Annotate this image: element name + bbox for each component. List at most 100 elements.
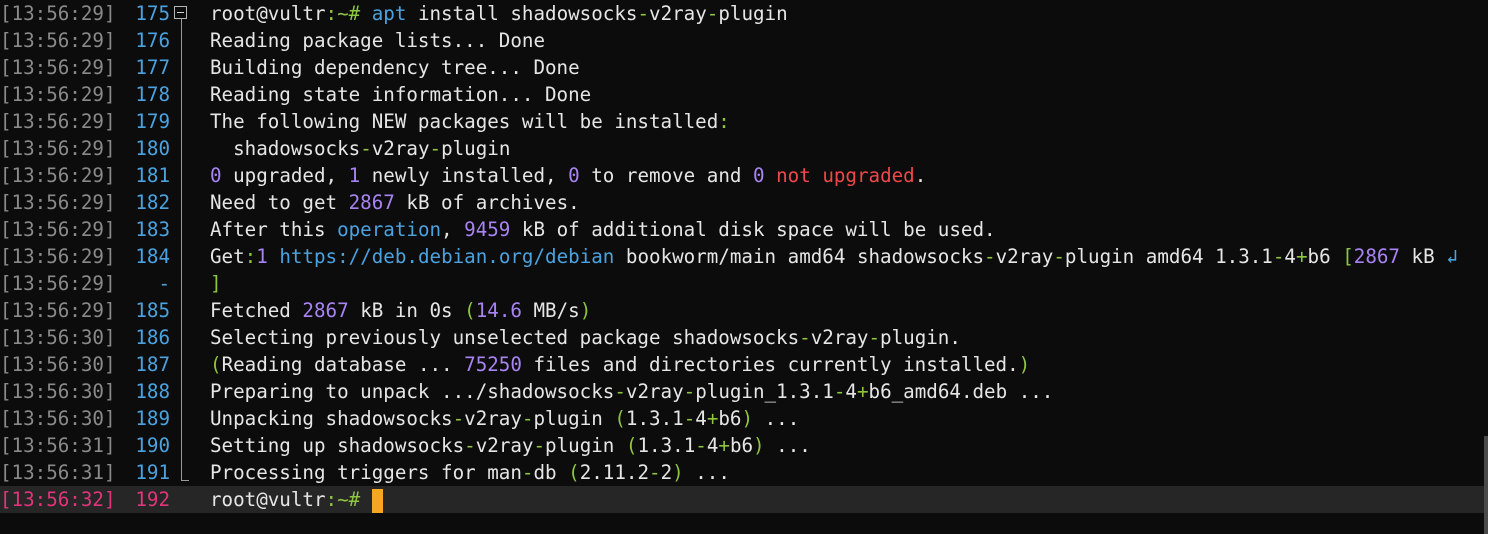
- text-segment: ...: [452, 29, 488, 52]
- fold-collapse-icon[interactable]: [174, 6, 187, 19]
- line-content: Get:1 https://deb.debian.org/debian book…: [210, 243, 1488, 270]
- text-segment: -: [1272, 245, 1285, 268]
- line-content: ]: [210, 270, 1488, 297]
- text-segment: v2ray: [649, 2, 707, 25]
- text-segment: kB: [1399, 245, 1447, 268]
- text-segment: -: [533, 434, 546, 457]
- text-segment: +: [856, 380, 869, 403]
- text-segment: Fetched: [210, 299, 303, 322]
- terminal-line: [13:56:29] 185 Fetched 2867 kB in 0s (14.6…: [0, 297, 1488, 324]
- terminal-output[interactable]: [13:56:29] 175 root@vultr:~# apt install s…: [0, 0, 1488, 513]
- text-segment: bookworm/main amd64 shadowsocks: [614, 245, 985, 268]
- line-timestamp: [13:56:29]: [0, 299, 116, 322]
- line-timestamp: [13:56:29]: [0, 2, 116, 25]
- text-segment: ): [1018, 353, 1031, 376]
- text-segment: Done: [533, 83, 592, 106]
- text-segment: Done: [521, 56, 580, 79]
- text-segment: Preparing to unpack .../shadowsocks: [210, 380, 615, 403]
- text-segment: (: [568, 461, 580, 484]
- text-segment: :: [244, 245, 257, 268]
- text-segment: -: [637, 2, 650, 25]
- text-segment: 0: [752, 164, 765, 187]
- text-segment: Get: [210, 245, 245, 268]
- text-segment: Reading package lists: [210, 29, 453, 52]
- text-segment: -: [521, 407, 534, 430]
- line-timestamp: [13:56:29]: [0, 56, 116, 79]
- text-segment: apt: [371, 2, 407, 25]
- terminal-line: [13:56:30] 186 Selecting previously unsele…: [0, 324, 1488, 351]
- text-segment: v2ray: [371, 137, 430, 160]
- text-segment: v2ray: [625, 380, 684, 403]
- terminal-window[interactable]: [13:56:29] 175 root@vultr:~# apt install s…: [0, 0, 1488, 534]
- text-segment: plugin.: [880, 326, 961, 349]
- line-wrap-icon: ↲: [1446, 245, 1458, 268]
- text-segment: kB of archives.: [394, 191, 580, 214]
- text-segment: ): [753, 434, 765, 457]
- text-segment: [360, 2, 372, 25]
- text-segment: -: [683, 407, 696, 430]
- scrollbar-thumb[interactable]: [1484, 436, 1488, 534]
- terminal-line: [13:56:29] 181 0 upgraded, 1 newly install…: [0, 162, 1488, 189]
- text-segment: ...: [753, 407, 800, 430]
- text-segment: ...: [764, 434, 811, 457]
- text-segment: +: [706, 407, 719, 430]
- line-content: Selecting previously unselected package …: [210, 324, 1488, 351]
- line-number: 176: [135, 29, 170, 52]
- text-segment: shadowsocks: [210, 137, 361, 160]
- line-content: Reading package lists... Done: [210, 27, 1488, 54]
- text-segment: 2867: [348, 191, 395, 214]
- text-segment: ): [579, 299, 592, 322]
- text-segment: newly installed,: [360, 164, 569, 187]
- line-content: Building dependency tree... Done: [210, 54, 1488, 81]
- text-segment: [268, 245, 280, 268]
- line-timestamp: [13:56:32]: [0, 488, 116, 511]
- text-segment: kB in 0s: [348, 299, 465, 322]
- terminal-line-current: [13:56:32] 192 root@vultr:~#: [0, 486, 1488, 513]
- text-segment: -: [521, 461, 534, 484]
- line-content: root@vultr:~#: [210, 486, 1488, 513]
- text-segment: -: [984, 245, 996, 268]
- text-segment: 1.3.1: [625, 407, 684, 430]
- line-timestamp: [13:56:29]: [0, 272, 116, 295]
- text-segment: -: [683, 380, 696, 403]
- text-segment: [765, 164, 777, 187]
- text-segment: Setting up shadowsocks: [210, 434, 465, 457]
- text-segment: Unpacking shadowsocks: [210, 407, 453, 430]
- line-content: root@vultr:~# apt install shadowsocks-v2…: [210, 0, 1488, 27]
- line-timestamp: [13:56:29]: [0, 110, 116, 133]
- terminal-line: [13:56:29] 176 Reading package lists... Do…: [0, 27, 1488, 54]
- text-segment: https://deb.debian.org/debian: [279, 245, 615, 268]
- line-number: 189: [135, 407, 170, 430]
- line-content: Unpacking shadowsocks-v2ray-plugin (1.3.…: [210, 405, 1488, 432]
- line-content: Setting up shadowsocks-v2ray-plugin (1.3…: [210, 432, 1488, 459]
- terminal-line: [13:56:29] 180 shadowsocks-v2ray-plugin: [0, 135, 1488, 162]
- text-segment: -: [695, 434, 707, 457]
- text-segment: Done: [487, 29, 546, 52]
- line-timestamp: [13:56:29]: [0, 137, 116, 160]
- line-number: -: [158, 272, 170, 295]
- text-segment: (: [614, 407, 626, 430]
- text-segment: +: [1295, 245, 1308, 268]
- text-segment: b6: [729, 434, 754, 457]
- text-segment: Reading state information: [210, 83, 499, 106]
- text-segment: -: [1053, 245, 1065, 268]
- text-segment: ...: [487, 56, 522, 79]
- text-cursor: [371, 488, 383, 513]
- text-segment: Processing triggers for man: [210, 461, 522, 484]
- fold-guide-line: [181, 14, 182, 474]
- terminal-line: [13:56:30] 189 Unpacking shadowsocks-v2ray…: [0, 405, 1488, 432]
- line-content: After this operation, 9459 kB of additio…: [210, 216, 1488, 243]
- text-segment: 75250: [464, 353, 522, 376]
- line-number: 181: [135, 164, 170, 187]
- terminal-line: [13:56:29] 184 Get:1 https://deb.debian.or…: [0, 243, 1488, 270]
- line-content: Preparing to unpack .../shadowsocks -v2ra…: [210, 378, 1488, 405]
- text-segment: Need to get: [210, 191, 349, 214]
- text-segment: -: [429, 137, 442, 160]
- text-segment: plugin: [533, 407, 615, 430]
- line-number: 175: [135, 2, 170, 25]
- text-segment: 2867: [1353, 245, 1400, 268]
- text-segment: b6_amd64.deb ...: [868, 380, 1054, 403]
- text-segment: MB/s: [521, 299, 580, 322]
- line-content: The following NEW packages will be insta…: [210, 108, 1488, 135]
- terminal-line: [13:56:30] 188 Preparing to unpack .../sha…: [0, 378, 1488, 405]
